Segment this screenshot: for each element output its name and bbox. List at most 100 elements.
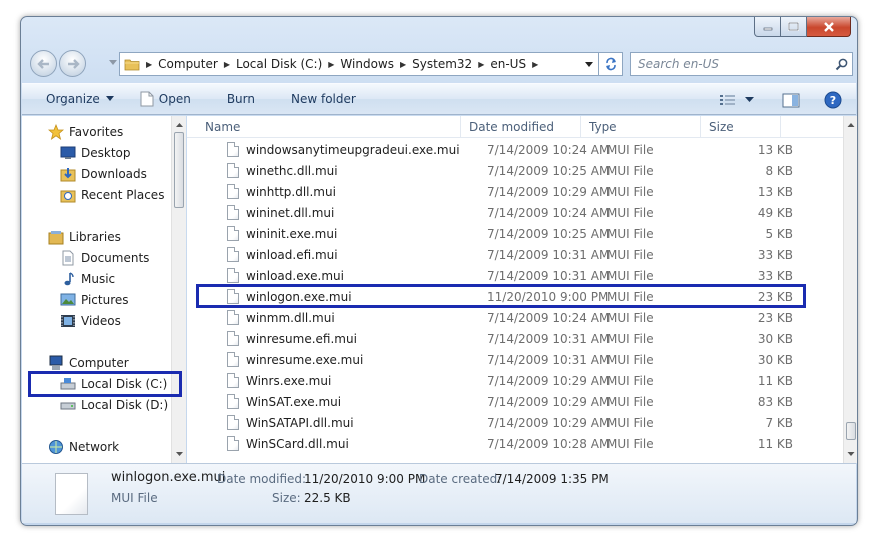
table-row[interactable]: WinSATAPI.dll.mui 7/14/2009 10:29 AM MUI F…: [187, 412, 843, 433]
nav-documents[interactable]: Documents: [60, 248, 149, 268]
file-name-cell[interactable]: winload.efi.mui: [227, 244, 338, 265]
scroll-down-icon[interactable]: [172, 447, 187, 461]
file-name-cell[interactable]: winmm.dll.mui: [227, 307, 335, 328]
column-header-date-modified[interactable]: Date modified: [461, 116, 581, 138]
crumb-local-disk[interactable]: Local Disk (C:): [232, 57, 326, 71]
file-name-cell[interactable]: winresume.exe.mui: [227, 349, 363, 370]
scroll-up-icon[interactable]: [844, 118, 858, 132]
explorer-window: ▶ Computer ▶ Local Disk (C:) ▶ Windows ▶…: [20, 16, 858, 526]
column-size-label: Size: [709, 120, 734, 134]
open-button[interactable]: Open: [132, 87, 199, 111]
help-button[interactable]: ?: [816, 88, 850, 112]
nav-scrollbar[interactable]: [171, 116, 186, 463]
minimize-button[interactable]: [754, 17, 781, 37]
recent-pages-dropdown[interactable]: [109, 60, 117, 65]
file-name-cell[interactable]: Winrs.exe.mui: [227, 370, 331, 391]
file-name-cell[interactable]: winresume.efi.mui: [227, 328, 357, 349]
crumb-system32[interactable]: System32: [408, 57, 476, 71]
details-size-label: Size:: [272, 491, 301, 505]
nav-pictures[interactable]: Pictures: [60, 290, 129, 310]
table-row[interactable]: winmm.dll.mui 7/14/2009 10:24 AM MUI File 2…: [187, 307, 843, 328]
search-icon[interactable]: [830, 58, 852, 71]
organize-button[interactable]: Organize: [38, 87, 124, 111]
nav-videos[interactable]: Videos: [60, 311, 121, 331]
scroll-down-icon[interactable]: [844, 447, 858, 461]
table-row[interactable]: windowsanytimeupgradeui.exe.mui 7/14/2009…: [187, 139, 843, 160]
close-button[interactable]: [807, 17, 851, 37]
chevron-right-icon[interactable]: ▶: [530, 60, 540, 69]
column-header-size[interactable]: Size: [701, 116, 781, 138]
view-options-dropdown[interactable]: [745, 88, 764, 112]
file-name-cell[interactable]: windowsanytimeupgradeui.exe.mui: [227, 139, 460, 160]
maximize-button[interactable]: [781, 17, 807, 37]
svg-text:?: ?: [830, 94, 836, 107]
size-cell: 7 KB: [765, 415, 793, 430]
nav-favorites[interactable]: Favorites: [48, 122, 123, 142]
nav-recent-places[interactable]: Recent Places: [60, 185, 164, 205]
file-name-cell[interactable]: wininit.exe.mui: [227, 223, 337, 244]
preview-pane-button[interactable]: [774, 88, 808, 112]
file-name-cell[interactable]: WinSAT.exe.mui: [227, 391, 341, 412]
file-name-cell[interactable]: winhttp.dll.mui: [227, 181, 336, 202]
table-row[interactable]: winhttp.dll.mui 7/14/2009 10:29 AM MUI Fil…: [187, 181, 843, 202]
back-button[interactable]: [30, 50, 57, 77]
nav-scroll-thumb[interactable]: [174, 132, 184, 208]
file-name-cell[interactable]: WinSCard.dll.mui: [227, 433, 349, 454]
file-list-scrollbar[interactable]: [843, 116, 857, 463]
date-modified-cell: 7/14/2009 10:28 AM: [487, 436, 610, 451]
nav-music[interactable]: Music: [60, 269, 115, 289]
table-row[interactable]: Winrs.exe.mui 7/14/2009 10:29 AM MUI File 1…: [187, 370, 843, 391]
table-row[interactable]: wininet.dll.mui 7/14/2009 10:24 AM MUI Fil…: [187, 202, 843, 223]
nav-libraries[interactable]: Libraries: [48, 227, 121, 247]
chevron-right-icon[interactable]: ▶: [476, 60, 486, 69]
nav-computer[interactable]: Computer: [48, 353, 129, 373]
file-icon: [227, 268, 239, 283]
date-modified-cell: 7/14/2009 10:31 AM: [487, 331, 610, 346]
table-row[interactable]: winload.efi.mui 7/14/2009 10:31 AM MUI Fil…: [187, 244, 843, 265]
new-folder-button[interactable]: New folder: [283, 87, 364, 111]
refresh-button[interactable]: [599, 52, 623, 76]
chevron-right-icon[interactable]: ▶: [326, 60, 336, 69]
column-header-type[interactable]: Type: [581, 116, 701, 138]
type-cell: MUI File: [607, 226, 654, 241]
nav-desktop[interactable]: Desktop: [60, 143, 131, 163]
nav-local-disk-d[interactable]: Local Disk (D:): [60, 395, 168, 415]
file-name-cell[interactable]: winethc.dll.mui: [227, 160, 338, 181]
document-icon: [140, 91, 154, 107]
details-date-modified: 11/20/2010 9:00 PM: [304, 472, 426, 486]
nav-network[interactable]: Network: [48, 437, 119, 457]
change-view-button[interactable]: [711, 88, 745, 112]
crumb-en-us[interactable]: en-US: [486, 57, 530, 71]
forward-button[interactable]: [59, 50, 86, 77]
burn-button[interactable]: Burn: [219, 87, 263, 111]
file-name-cell[interactable]: WinSATAPI.dll.mui: [227, 412, 354, 433]
address-dropdown[interactable]: [580, 53, 598, 75]
chevron-right-icon[interactable]: ▶: [398, 60, 408, 69]
column-header-name[interactable]: Name: [187, 116, 461, 138]
chevron-right-icon[interactable]: ▶: [222, 60, 232, 69]
file-name-cell[interactable]: winload.exe.mui: [227, 265, 344, 286]
downloads-folder-icon: [60, 166, 76, 182]
size-cell: 11 KB: [757, 373, 793, 388]
file-name-cell[interactable]: wininet.dll.mui: [227, 202, 334, 223]
scroll-up-icon[interactable]: [172, 118, 187, 132]
search-input[interactable]: Search en-US: [631, 57, 830, 71]
nav-downloads[interactable]: Downloads: [60, 164, 147, 184]
crumb-windows[interactable]: Windows: [336, 57, 398, 71]
table-row[interactable]: WinSAT.exe.mui 7/14/2009 10:29 AM MUI File…: [187, 391, 843, 412]
table-row[interactable]: wininit.exe.mui 7/14/2009 10:25 AM MUI Fil…: [187, 223, 843, 244]
preview-pane-icon: [782, 93, 800, 107]
date-modified-cell: 7/14/2009 10:25 AM: [487, 163, 610, 178]
table-row[interactable]: winethc.dll.mui 7/14/2009 10:25 AM MUI Fil…: [187, 160, 843, 181]
crumb-computer[interactable]: Computer: [154, 57, 222, 71]
file-scroll-thumb[interactable]: [846, 422, 856, 440]
chevron-right-icon[interactable]: ▶: [144, 60, 154, 69]
table-row[interactable]: winresume.efi.mui 7/14/2009 10:31 AM MUI F…: [187, 328, 843, 349]
table-row[interactable]: winresume.exe.mui 7/14/2009 10:31 AM MUI F…: [187, 349, 843, 370]
search-box[interactable]: Search en-US: [630, 52, 853, 76]
table-row[interactable]: winload.exe.mui 7/14/2009 10:31 AM MUI Fil…: [187, 265, 843, 286]
command-bar: Organize Open Burn New folder ?: [22, 83, 856, 115]
table-row[interactable]: WinSCard.dll.mui 7/14/2009 10:28 AM MUI Fi…: [187, 433, 843, 454]
address-bar[interactable]: ▶ Computer ▶ Local Disk (C:) ▶ Windows ▶…: [119, 52, 599, 76]
nav-desktop-label: Desktop: [81, 146, 131, 160]
